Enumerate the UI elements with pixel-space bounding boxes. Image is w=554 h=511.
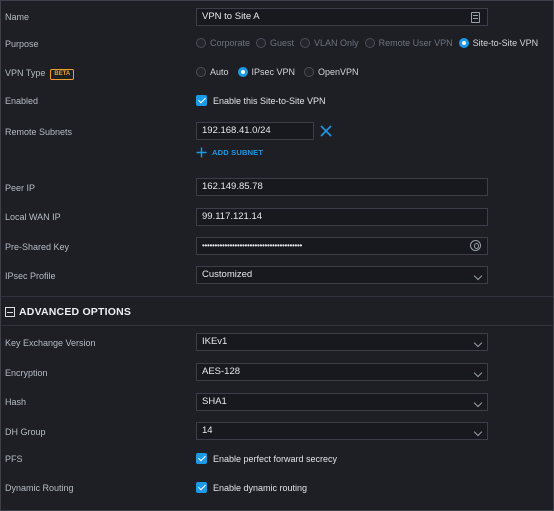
vpn-type-option-auto[interactable]: Auto [196, 67, 229, 77]
advanced-options-toggle[interactable]: ADVANCED OPTIONS [5, 306, 131, 318]
pre-shared-key-value: •••••••••••••••••••••••••••••••••••••••• [202, 241, 303, 250]
vpn-type-option-openvpn[interactable]: OpenVPN [304, 67, 359, 77]
dh-group-value: 14 [202, 425, 213, 436]
name-value: VPN to Site A [202, 11, 260, 22]
peer-ip-value: 162.149.85.78 [202, 181, 263, 192]
dynamic-routing-label: Dynamic Routing [5, 483, 74, 493]
purpose-option-corporate[interactable]: Corporate [196, 38, 250, 48]
local-wan-ip-input[interactable]: 99.117.121.14 [196, 208, 488, 226]
dh-group-label: DH Group [5, 427, 46, 437]
vpn-type-option-ipsec[interactable]: IPsec VPN [237, 67, 296, 77]
chevron-down-icon [473, 398, 483, 408]
vpn-type-openvpn-label: OpenVPN [318, 67, 359, 77]
dynamic-routing-checkbox[interactable] [196, 482, 207, 493]
dynamic-routing-checkbox-row[interactable]: Enable dynamic routing [196, 482, 307, 493]
purpose-option-vlan-only[interactable]: VLAN Only [300, 38, 359, 48]
radio-vlan-only[interactable] [300, 38, 311, 48]
collapse-icon[interactable] [5, 307, 15, 317]
radio-site-to-site-vpn[interactable] [458, 38, 469, 48]
ipsec-profile-select[interactable]: Customized [196, 266, 488, 284]
key-exchange-label: Key Exchange Version [5, 338, 96, 348]
purpose-guest-label: Guest [270, 38, 295, 48]
radio-openvpn[interactable] [304, 67, 315, 77]
chevron-down-icon [473, 368, 483, 378]
enabled-label: Enabled [5, 96, 39, 106]
vpn-type-radio-group: Auto IPsec VPN OpenVPN [196, 67, 365, 77]
beta-badge: BETA [50, 69, 75, 80]
purpose-option-site-to-site-vpn[interactable]: Site-to-Site VPN [458, 38, 539, 48]
purpose-option-guest[interactable]: Guest [256, 38, 294, 48]
encryption-select[interactable]: AES-128 [196, 363, 488, 381]
show-password-icon[interactable] [470, 240, 481, 251]
chevron-down-icon [473, 271, 483, 281]
purpose-vlan-only-label: VLAN Only [314, 38, 359, 48]
pfs-checkbox[interactable] [196, 453, 207, 464]
vpn-type-auto-label: Auto [210, 67, 229, 77]
pfs-label: PFS [5, 454, 23, 464]
remote-subnet-value: 192.168.41.0/24 [202, 125, 271, 136]
hash-select[interactable]: SHA1 [196, 393, 488, 411]
radio-auto[interactable] [196, 67, 206, 77]
dh-group-select[interactable]: 14 [196, 422, 488, 440]
enabled-checkbox-label: Enable this Site-to-Site VPN [213, 95, 326, 106]
purpose-site-to-site-vpn-label: Site-to-Site VPN [472, 38, 539, 48]
pre-shared-key-input[interactable]: •••••••••••••••••••••••••••••••••••••••• [196, 237, 488, 255]
vpn-type-label: VPN Type [5, 68, 46, 78]
purpose-corporate-label: Corporate [210, 38, 251, 48]
add-subnet-button[interactable]: ADD SUBNET [196, 147, 263, 158]
enabled-checkbox[interactable] [196, 95, 207, 106]
purpose-radio-group: Corporate Guest VLAN Only Remote User VP… [196, 38, 544, 48]
purpose-label: Purpose [5, 39, 39, 49]
radio-corporate[interactable] [196, 38, 206, 48]
dynamic-routing-checkbox-label: Enable dynamic routing [213, 482, 308, 493]
name-label: Name [5, 12, 30, 22]
radio-remote-user-vpn[interactable] [364, 38, 375, 48]
chevron-down-icon [473, 338, 483, 348]
contact-card-icon [471, 12, 480, 23]
radio-ipsec[interactable] [237, 67, 248, 77]
advanced-divider [1, 325, 553, 326]
pre-shared-key-label: Pre-Shared Key [5, 242, 70, 252]
vpn-type-label-row: VPN Type BETA [5, 68, 75, 80]
remote-subnets-label: Remote Subnets [5, 127, 73, 137]
peer-ip-label: Peer IP [5, 183, 36, 193]
encryption-label: Encryption [5, 368, 48, 378]
vpn-settings-form: Name VPN to Site A Purpose Corporate Gue… [0, 0, 554, 511]
chevron-down-icon [473, 427, 483, 437]
section-divider [1, 296, 553, 297]
local-wan-ip-value: 99.117.121.14 [202, 211, 263, 222]
purpose-option-remote-user-vpn[interactable]: Remote User VPN [364, 38, 453, 48]
name-field[interactable]: VPN to Site A [196, 8, 488, 26]
local-wan-ip-label: Local WAN IP [5, 212, 61, 222]
add-subnet-label: ADD SUBNET [212, 148, 264, 157]
ipsec-profile-value: Customized [202, 269, 253, 280]
key-exchange-value: IKEv1 [202, 336, 228, 347]
advanced-options-title: ADVANCED OPTIONS [19, 306, 132, 318]
remote-subnet-input[interactable]: 192.168.41.0/24 [196, 122, 314, 140]
peer-ip-input[interactable]: 162.149.85.78 [196, 178, 488, 196]
key-exchange-select[interactable]: IKEv1 [196, 333, 488, 351]
hash-label: Hash [5, 397, 27, 407]
hash-value: SHA1 [202, 396, 227, 407]
plus-icon [196, 147, 207, 158]
enabled-checkbox-row[interactable]: Enable this Site-to-Site VPN [196, 95, 326, 106]
pfs-checkbox-row[interactable]: Enable perfect forward secrecy [196, 453, 337, 464]
remove-subnet-icon[interactable] [319, 124, 333, 138]
vpn-type-ipsec-label: IPsec VPN [251, 67, 296, 77]
encryption-value: AES-128 [202, 366, 241, 377]
radio-guest[interactable] [256, 38, 267, 48]
pfs-checkbox-label: Enable perfect forward secrecy [213, 453, 338, 464]
ipsec-profile-label: IPsec Profile [5, 271, 56, 281]
purpose-remote-user-vpn-label: Remote User VPN [378, 38, 453, 48]
